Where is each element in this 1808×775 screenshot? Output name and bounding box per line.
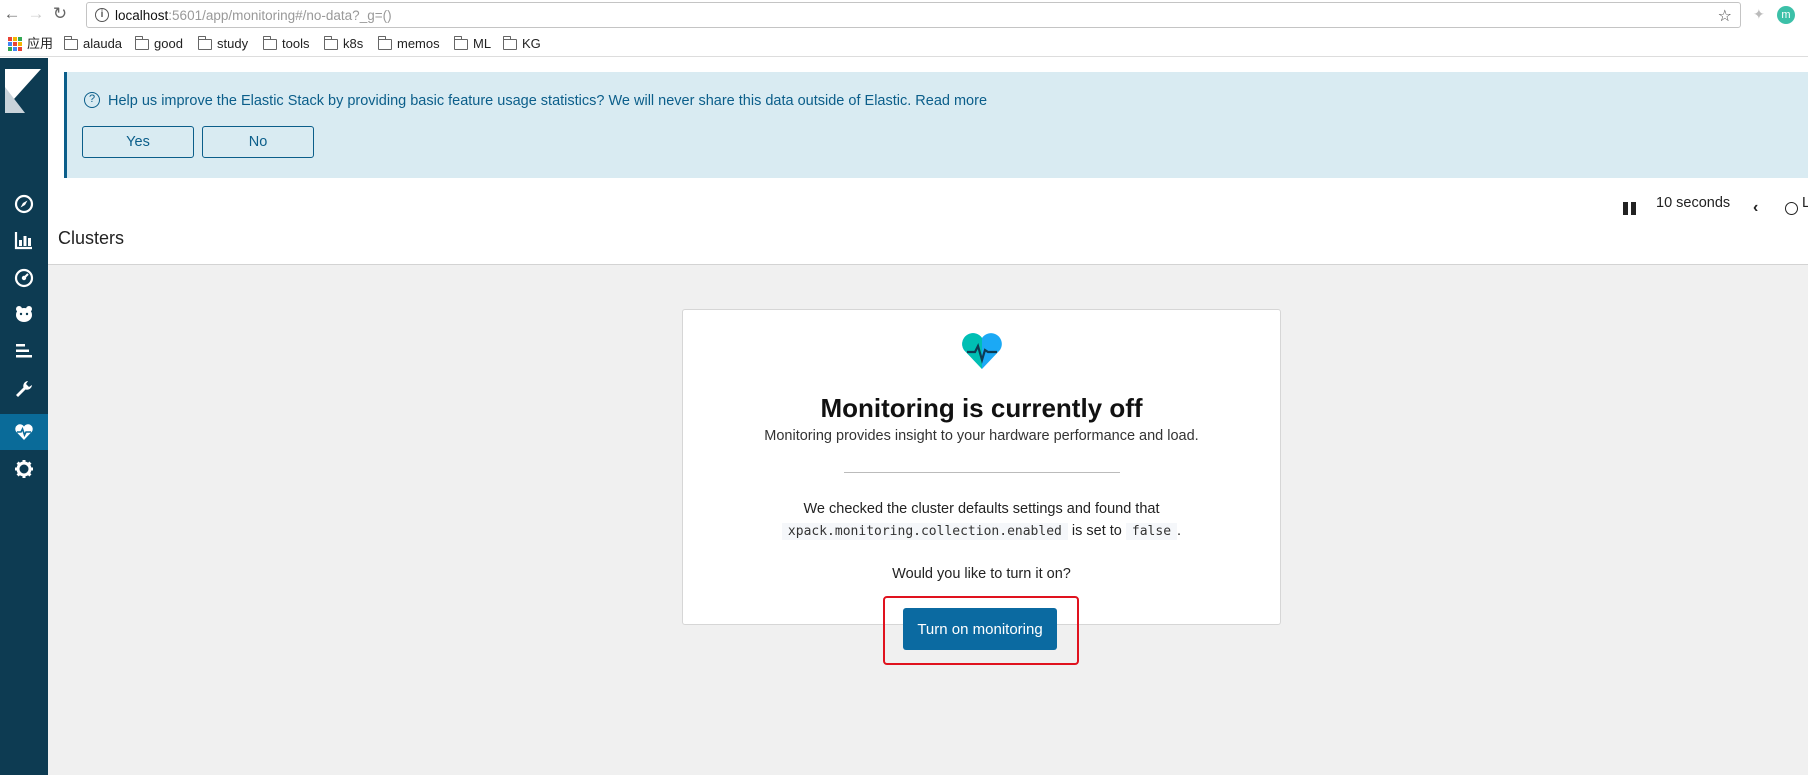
setting-value-code: false xyxy=(1125,523,1178,540)
apps-grid-icon xyxy=(8,37,22,51)
folder-icon xyxy=(135,35,149,50)
bookmark-folder[interactable]: study xyxy=(198,35,248,53)
nav-dev-tools[interactable] xyxy=(0,371,48,407)
clock-icon[interactable] xyxy=(1785,202,1798,215)
heartbeat-icon xyxy=(15,424,33,440)
nav-management[interactable] xyxy=(0,451,48,487)
page-title: Clusters xyxy=(58,228,125,248)
bookmark-folder[interactable]: good xyxy=(135,35,183,53)
folder-icon xyxy=(378,35,392,50)
folder-icon xyxy=(324,35,338,50)
bookmark-folder[interactable]: ML xyxy=(454,35,491,53)
folder-icon xyxy=(198,35,212,50)
nav-monitoring[interactable] xyxy=(0,414,48,450)
bookmarks-bar: 应用 alauda good study tools k8s memos ML … xyxy=(0,30,1808,57)
chevron-left-icon[interactable]: ‹ xyxy=(1753,200,1767,216)
no-data-card: Monitoring is currently off Monitoring p… xyxy=(682,309,1281,665)
banner-message: Help us improve the Elastic Stack by pro… xyxy=(108,93,988,109)
bookmark-folder[interactable]: tools xyxy=(263,35,309,53)
bear-icon xyxy=(16,306,32,322)
back-arrow-icon[interactable]: ← xyxy=(2,4,22,24)
bar-chart-icon xyxy=(14,232,32,250)
no-button[interactable]: No xyxy=(202,126,314,158)
card-title: Monitoring is currently off xyxy=(820,393,1143,423)
refresh-interval[interactable]: 10 seconds xyxy=(1656,195,1730,211)
url-text: localhost:5601/app/monitoring#/no-data?_… xyxy=(115,8,392,23)
gauge-icon xyxy=(14,268,34,288)
turn-on-monitoring-button[interactable]: Turn on monitoring xyxy=(903,608,1057,650)
pause-icon[interactable] xyxy=(1623,202,1636,215)
bookmark-star-icon[interactable]: ☆ xyxy=(1718,6,1732,26)
forward-arrow-icon[interactable]: → xyxy=(26,4,46,24)
folder-icon xyxy=(263,35,277,50)
apm-bars-icon xyxy=(16,344,32,358)
kibana-logo-icon[interactable] xyxy=(5,69,41,113)
telemetry-banner: ? Help us improve the Elastic Stack by p… xyxy=(64,72,1808,178)
compass-icon xyxy=(14,194,34,214)
main-content: ? Help us improve the Elastic Stack by p… xyxy=(48,58,1808,775)
profile-avatar[interactable]: m xyxy=(1777,6,1795,24)
nav-apm[interactable] xyxy=(0,333,48,369)
bookmark-folder[interactable]: KG xyxy=(503,35,541,53)
nav-timelion[interactable] xyxy=(0,296,48,332)
kibana-sidebar xyxy=(0,58,48,775)
nav-dashboard[interactable] xyxy=(0,260,48,296)
heartbeat-icon xyxy=(962,333,1002,369)
wrench-icon xyxy=(16,381,32,397)
card-question: Would you like to turn it on? xyxy=(892,566,1071,582)
setting-name-code: xpack.monitoring.collection.enabled xyxy=(781,523,1068,540)
folder-icon xyxy=(503,35,517,50)
card-subtitle: Monitoring provides insight to your hard… xyxy=(764,428,1199,444)
bookmark-apps[interactable]: 应用 xyxy=(8,35,53,53)
folder-icon xyxy=(454,35,468,50)
yes-button[interactable]: Yes xyxy=(82,126,194,158)
folder-icon xyxy=(64,35,78,50)
settings-explanation: We checked the cluster defaults settings… xyxy=(683,498,1280,543)
reload-icon[interactable]: ↻ xyxy=(50,4,70,24)
question-circle-icon: ? xyxy=(84,92,100,108)
time-picker-label[interactable]: L xyxy=(1802,195,1808,211)
nav-discover[interactable] xyxy=(0,186,48,222)
gear-icon xyxy=(15,460,33,478)
content-area: Monitoring is currently off Monitoring p… xyxy=(48,264,1808,775)
bookmark-folder[interactable]: memos xyxy=(378,35,440,53)
nav-visualize[interactable] xyxy=(0,222,48,258)
divider xyxy=(844,472,1120,473)
info-icon[interactable]: i xyxy=(95,8,109,22)
browser-address-bar: ← → ↻ i localhost:5601/app/monitoring#/n… xyxy=(0,0,1808,30)
bookmark-folder[interactable]: alauda xyxy=(64,35,122,53)
extension-icon[interactable]: ✦ xyxy=(1753,6,1765,23)
bookmark-folder[interactable]: k8s xyxy=(324,35,363,53)
url-input[interactable]: i localhost:5601/app/monitoring#/no-data… xyxy=(86,2,1741,28)
